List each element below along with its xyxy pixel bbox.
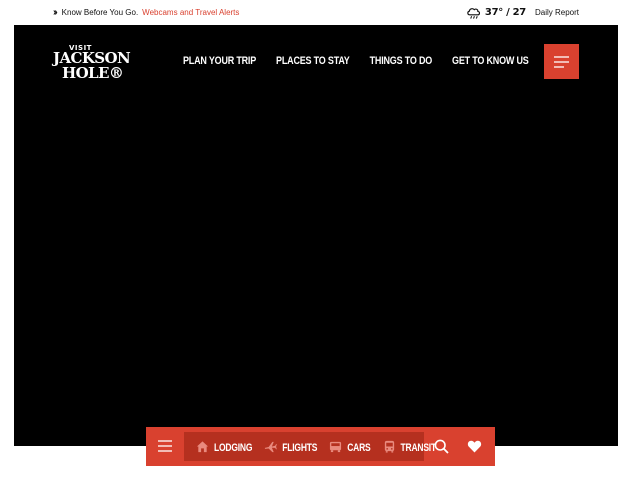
nav-places-to-stay[interactable]: PLACES TO STAY: [276, 54, 350, 67]
search-icon[interactable]: [434, 439, 449, 454]
lodging-label: LODGING: [214, 440, 253, 453]
transit-label: TRANSIT: [400, 440, 437, 453]
plane-icon: [265, 441, 278, 453]
weather-widget[interactable]: 37° / 27 Daily Report: [466, 5, 579, 20]
flights-button[interactable]: FLIGHTS: [264, 440, 317, 453]
hero-video-area: VISIT JACKSON HOLE® PLAN YOUR TRIP PLACE…: [14, 25, 618, 446]
logo-hole-text: HOLE®: [62, 64, 124, 82]
heart-icon[interactable]: [467, 439, 482, 454]
double-chevron-icon: ››: [53, 7, 57, 18]
nav-get-to-know-us[interactable]: GET TO KNOW US: [452, 54, 529, 67]
cars-label: CARS: [347, 440, 371, 453]
top-alert-bar: ›› Know Before You Go. Webcams and Trave…: [0, 0, 640, 25]
webcams-alerts-link[interactable]: Webcams and Travel Alerts: [142, 8, 239, 17]
bus-icon: [384, 440, 394, 453]
hamburger-icon: [554, 55, 569, 68]
travel-alert: ›› Know Before You Go. Webcams and Trave…: [53, 7, 239, 18]
car-icon: [330, 441, 342, 453]
temperature-readout: 37° / 27: [484, 7, 526, 18]
flights-label: FLIGHTS: [282, 440, 318, 453]
hamburger-icon[interactable]: [158, 440, 172, 452]
bottom-action-bar: LODGING FLIGHTS CARS TRANSIT: [146, 427, 495, 466]
main-nav: PLAN YOUR TRIP PLACES TO STAY THINGS TO …: [183, 54, 549, 67]
house-icon: [196, 441, 209, 453]
rain-cloud-icon: [467, 8, 480, 19]
booking-shortcuts: LODGING FLIGHTS CARS TRANSIT: [184, 432, 436, 461]
menu-button[interactable]: [544, 44, 579, 79]
cars-button[interactable]: CARS: [329, 440, 371, 453]
transit-button[interactable]: TRANSIT: [383, 440, 436, 453]
visit-jackson-hole-logo[interactable]: VISIT JACKSON HOLE®: [53, 44, 141, 84]
alert-lead-text: Know Before You Go.: [61, 8, 139, 17]
lodging-button[interactable]: LODGING: [196, 440, 252, 453]
daily-report-link[interactable]: Daily Report: [535, 8, 579, 17]
nav-plan-your-trip[interactable]: PLAN YOUR TRIP: [183, 54, 256, 67]
nav-things-to-do[interactable]: THINGS TO DO: [370, 54, 433, 67]
